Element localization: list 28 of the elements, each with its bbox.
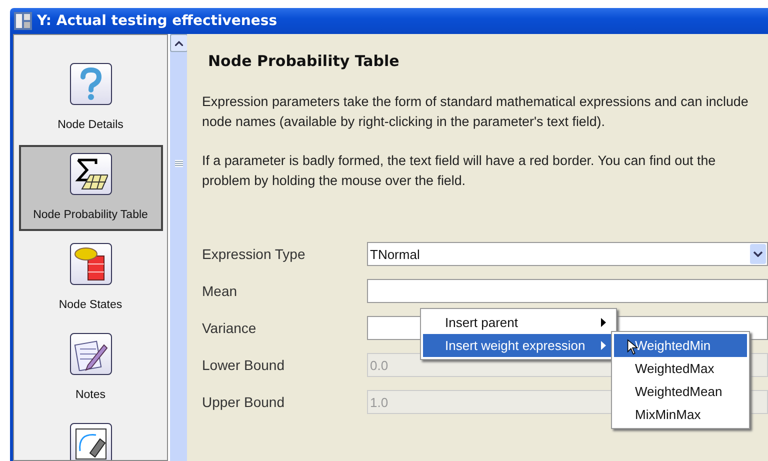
panel-heading: Node Probability Table xyxy=(208,52,400,70)
scroll-up-button[interactable] xyxy=(170,34,188,52)
sidebar-item[interactable]: Node States xyxy=(18,235,162,321)
sidebar-item[interactable]: Notes xyxy=(18,325,162,411)
scroll-grip-icon xyxy=(174,160,182,167)
notepad-pencil-icon xyxy=(70,333,112,375)
node-states-icon xyxy=(70,243,112,285)
help-icon xyxy=(70,63,112,105)
sidebar-item[interactable]: Node Probability Table xyxy=(18,145,162,231)
field-label: Expression Type xyxy=(202,246,306,262)
menu-item[interactable]: Insert parent xyxy=(423,311,614,334)
help-paragraph: If a parameter is badly formed, the text field will have a red border. You can find out the problem by holding the mouse over the field. xyxy=(202,152,717,190)
field-label: Lower Bound xyxy=(202,357,286,373)
menu-item[interactable]: Insert weight expression xyxy=(423,334,614,357)
scrollbar[interactable] xyxy=(168,34,187,461)
dropdown[interactable]: TNormal xyxy=(367,242,768,266)
field-label: Upper Bound xyxy=(202,394,286,410)
app-icon xyxy=(14,12,32,30)
menu-item[interactable]: WeightedMax xyxy=(614,357,747,380)
input-field[interactable] xyxy=(367,279,768,303)
help-paragraph: Expression parameters take the form of standard mathematical expressions and can include node names (available by right-clicking in the parameter's text field). xyxy=(202,93,750,131)
window-title: Y: Actual testing effectiveness xyxy=(37,13,278,29)
field-label: Mean xyxy=(202,283,238,299)
menu-item[interactable]: WeightedMin xyxy=(614,334,747,357)
sigma-table-icon xyxy=(70,153,112,195)
sidebar-item[interactable]: Node Details xyxy=(18,55,162,141)
pen-curve-icon xyxy=(70,423,112,460)
field-label: Variance xyxy=(202,320,258,336)
